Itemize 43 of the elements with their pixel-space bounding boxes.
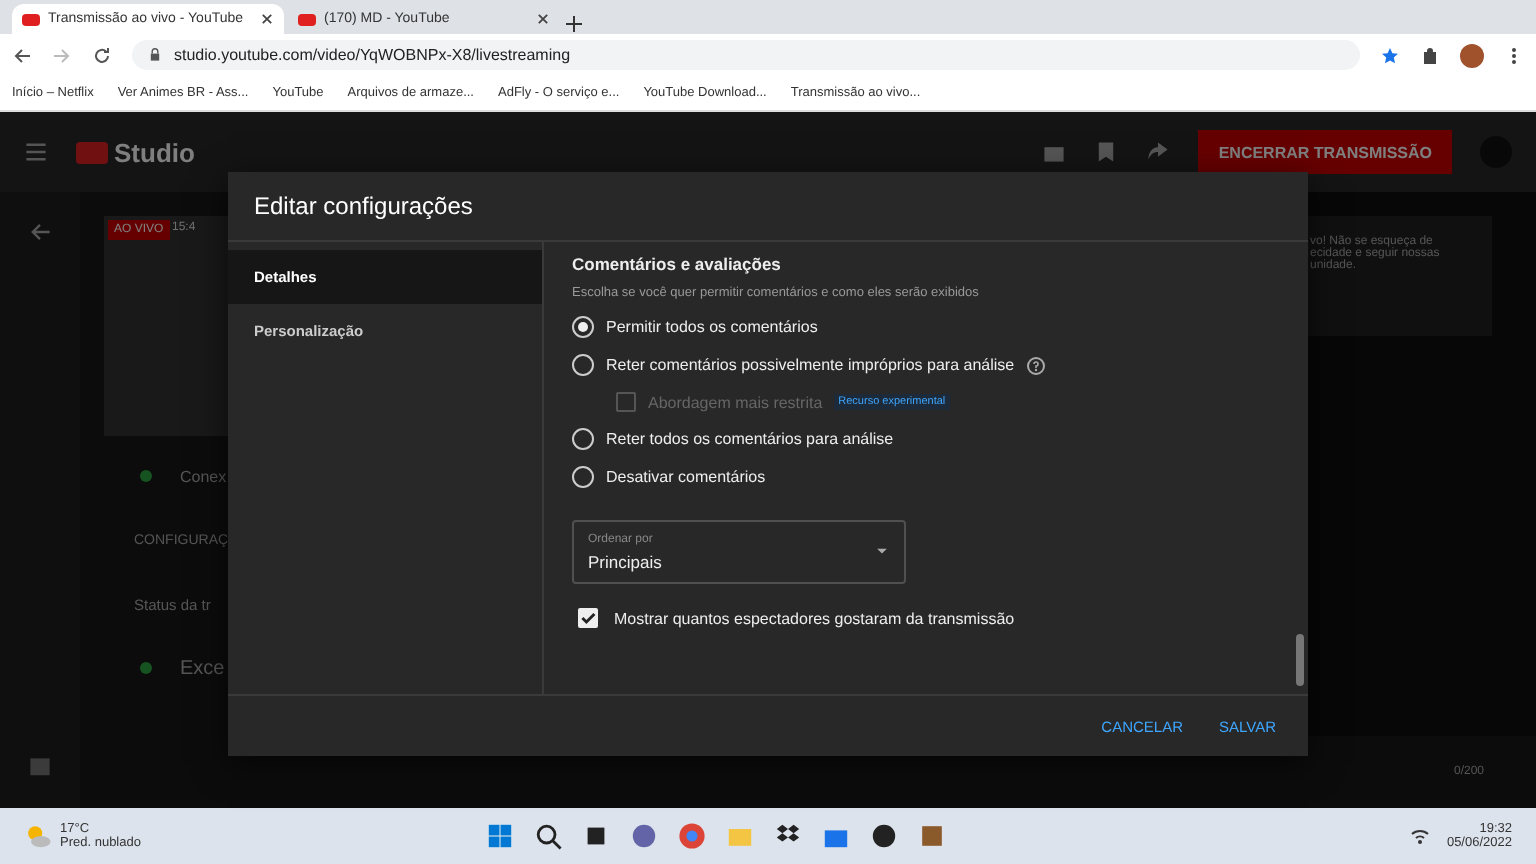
close-icon[interactable]: [536, 12, 550, 26]
option-label: Abordagem mais restrita: [648, 393, 823, 411]
bookmark-icon[interactable]: [1094, 140, 1119, 164]
section-title: Comentários e avaliações: [572, 254, 783, 274]
lock-icon: [148, 48, 162, 62]
menu-icon[interactable]: [24, 140, 48, 164]
status-dot: [140, 470, 152, 482]
help-icon[interactable]: [1026, 355, 1047, 375]
weather-icon: [24, 822, 52, 850]
option-label: Mostrar quantos espectadores gostaram da transmissão: [614, 609, 1015, 627]
dialog-title: Editar configurações: [252, 190, 475, 224]
status-dot: [140, 662, 152, 674]
scrollbar[interactable]: [1296, 634, 1304, 686]
box-icon[interactable]: [917, 822, 946, 850]
star-icon[interactable]: [1380, 45, 1400, 65]
option-label: Desativar comentários: [606, 468, 766, 486]
radio-button[interactable]: [572, 316, 594, 338]
radio-button[interactable]: [572, 354, 594, 376]
status-text: Exce: [180, 657, 225, 679]
radio-button[interactable]: [572, 428, 594, 450]
ball-icon[interactable]: [869, 822, 898, 850]
option-label: Reter todos os comentários para análise: [606, 430, 894, 448]
profile-avatar-icon[interactable]: [1460, 43, 1484, 67]
studio-logo[interactable]: Studio: [76, 137, 195, 167]
checkbox[interactable]: [616, 392, 636, 412]
back-icon[interactable]: [12, 45, 32, 65]
option-label: Permitir todos os comentários: [606, 318, 818, 336]
share-icon[interactable]: [1146, 140, 1171, 164]
wifi-icon: [1410, 826, 1431, 846]
status-text: Conex: [180, 467, 227, 485]
url-text: studio.youtube.com/video/YqWOBNPx-X8/livestreaming: [174, 46, 571, 64]
radio-button[interactable]: [572, 466, 594, 488]
plus-icon[interactable]: [564, 14, 584, 34]
windows-start-icon[interactable]: [485, 822, 514, 850]
youtube-icon: [22, 13, 40, 25]
browser-icon[interactable]: [677, 822, 706, 850]
address-bar[interactable]: studio.youtube.com/video/YqWOBNPx-X8/livestreaming: [132, 40, 1360, 70]
search-icon[interactable]: [533, 822, 562, 850]
back-arrow-icon[interactable]: [28, 220, 52, 244]
reload-icon[interactable]: [92, 45, 112, 65]
option-label: Reter comentários possivelmente impróprios para análise: [606, 356, 1015, 374]
youtube-icon: [298, 13, 316, 25]
close-icon[interactable]: [260, 12, 274, 26]
